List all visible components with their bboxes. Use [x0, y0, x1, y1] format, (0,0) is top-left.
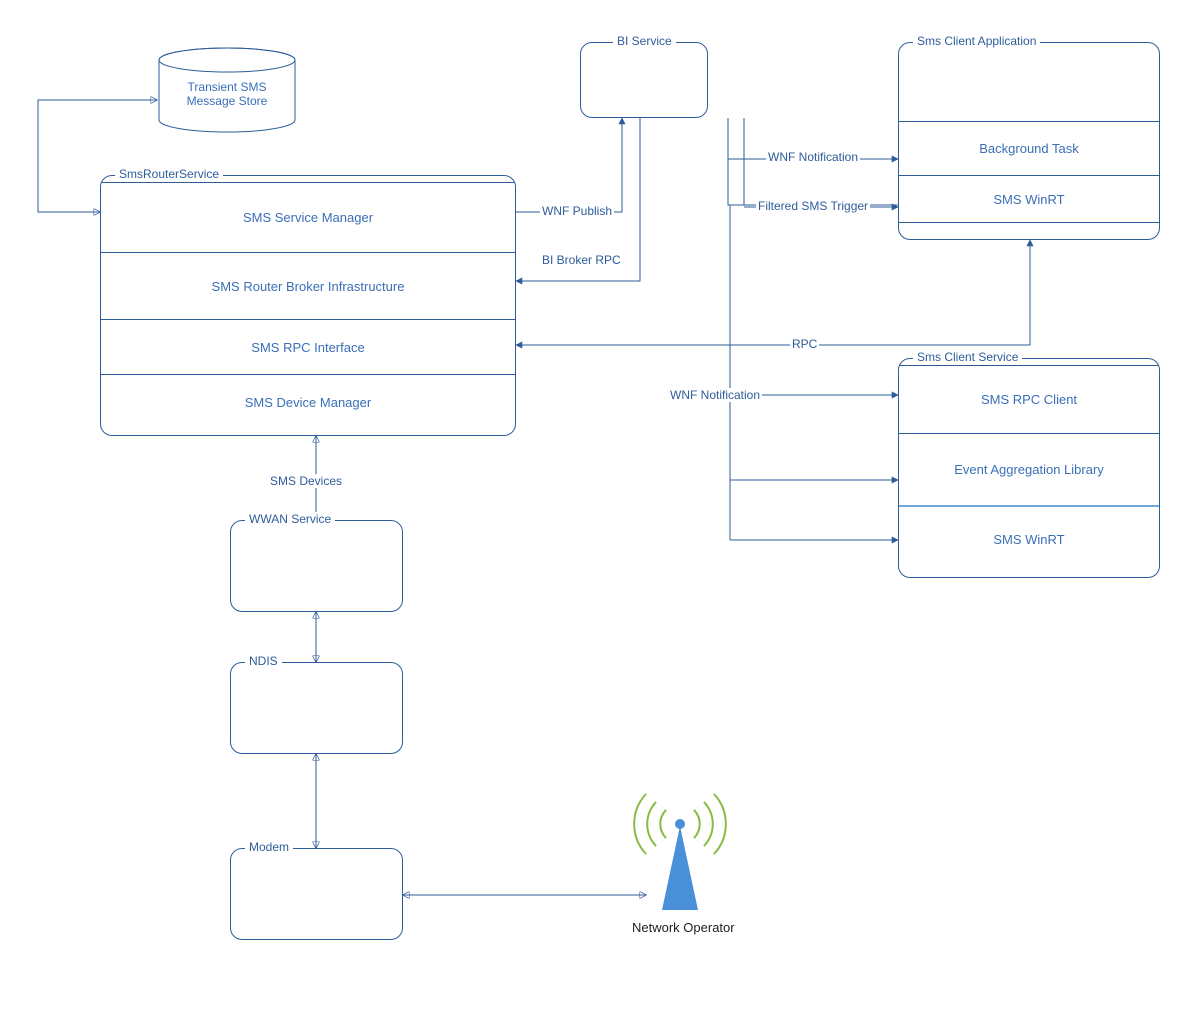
rpc-label: RPC [790, 337, 819, 351]
sms-service-manager-row: SMS Service Manager [101, 182, 515, 252]
sms-rpc-interface-row: SMS RPC Interface [101, 319, 515, 374]
bi-service: BI Service [580, 42, 708, 118]
sms-client-service-title: Sms Client Service [913, 350, 1022, 364]
sms-router-service-title: SmsRouterService [115, 167, 223, 181]
sms-router-service: SmsRouterService SMS Service Manager SMS… [100, 175, 516, 436]
ndis: NDIS [230, 662, 403, 754]
modem: Modem [230, 848, 403, 940]
modem-title: Modem [245, 840, 293, 854]
wnf-notification-top-label: WNF Notification [766, 150, 860, 164]
sms-winrt-service-row: SMS WinRT [899, 505, 1159, 571]
ndis-title: NDIS [245, 654, 282, 668]
background-task-row: Background Task [899, 121, 1159, 175]
transient-sms-store-label: Transient SMS Message Store [157, 80, 297, 108]
sms-router-broker-row: SMS Router Broker Infrastructure [101, 252, 515, 319]
sms-client-application: Sms Client Application Background Task S… [898, 42, 1160, 240]
transient-sms-store: Transient SMS Message Store [157, 48, 297, 133]
sms-client-app-title: Sms Client Application [913, 34, 1040, 48]
event-aggregation-row: Event Aggregation Library [899, 433, 1159, 505]
sms-devices-label: SMS Devices [268, 474, 344, 488]
sms-client-service: Sms Client Service SMS RPC Client Event … [898, 358, 1160, 578]
filtered-sms-trigger-label: Filtered SMS Trigger [756, 199, 870, 213]
wnf-publish-label: WNF Publish [540, 204, 614, 218]
sms-rpc-client-row: SMS RPC Client [899, 365, 1159, 433]
bi-service-title: BI Service [613, 34, 676, 48]
sms-device-manager-row: SMS Device Manager [101, 374, 515, 429]
wnf-notification-mid-label: WNF Notification [668, 388, 762, 402]
wwan-title: WWAN Service [245, 512, 335, 526]
bi-broker-rpc-label: BI Broker RPC [540, 253, 623, 267]
sms-winrt-app-row: SMS WinRT [899, 175, 1159, 223]
wwan-service: WWAN Service [230, 520, 403, 612]
network-operator-label: Network Operator [632, 920, 735, 935]
